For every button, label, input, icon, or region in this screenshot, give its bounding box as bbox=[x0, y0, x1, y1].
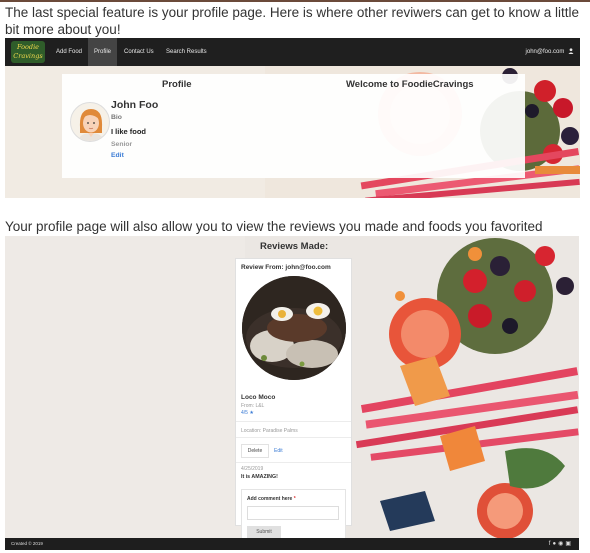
divider bbox=[236, 437, 351, 438]
member-level: Senior bbox=[111, 141, 133, 148]
food-rating: 4/5 ★ bbox=[241, 410, 254, 416]
divider bbox=[236, 462, 351, 463]
logo-line-2: Cravings bbox=[13, 52, 43, 60]
logo-line-1: Foodie bbox=[16, 43, 40, 51]
review-date: 4/25/2019 bbox=[241, 466, 264, 472]
top-border bbox=[0, 0, 590, 2]
footer: Created © 2019 f●◉▣ bbox=[5, 538, 579, 550]
nav-add-food[interactable]: Add Food bbox=[50, 38, 88, 66]
profile-screenshot: Foodie Cravings Add Food Profile Contact… bbox=[5, 38, 580, 198]
profile-heading: Profile bbox=[162, 79, 192, 90]
edit-profile-link[interactable]: Edit bbox=[111, 152, 124, 159]
user-icon bbox=[568, 48, 574, 55]
food-from: From: L&L bbox=[241, 403, 265, 409]
bio-label: Bio bbox=[111, 114, 122, 121]
instagram-icon[interactable]: ▣ bbox=[565, 541, 573, 547]
footer-copyright: Created © 2019 bbox=[11, 541, 43, 546]
review-card: Review From: john@foo.com Loco Moco From… bbox=[235, 258, 352, 538]
required-mark: * bbox=[293, 496, 296, 502]
divider bbox=[236, 421, 351, 422]
star-icon: ★ bbox=[249, 410, 254, 416]
social-icons: f●◉▣ bbox=[549, 540, 573, 547]
review-card-title: Review From: john@foo.com bbox=[241, 264, 331, 271]
avatar-illustration bbox=[77, 109, 105, 141]
navbar: Foodie Cravings Add Food Profile Contact… bbox=[5, 38, 580, 66]
comment-label-text: Add comment here bbox=[247, 496, 293, 502]
review-text: It is AMAZING! bbox=[241, 474, 278, 480]
food-name: Loco Moco bbox=[241, 394, 276, 401]
bio-text: I like food bbox=[111, 127, 147, 136]
nav-contact-us[interactable]: Contact Us bbox=[118, 38, 160, 66]
user-menu[interactable]: john@foo.com bbox=[526, 38, 574, 66]
delete-button[interactable]: Delete bbox=[241, 444, 269, 458]
edit-review-link[interactable]: Edit bbox=[274, 444, 283, 458]
food-image[interactable] bbox=[242, 276, 346, 380]
logo[interactable]: Foodie Cravings bbox=[11, 41, 45, 63]
welcome-heading: Welcome to FoodieCravings bbox=[346, 79, 474, 90]
comment-form: Add comment here * Submit bbox=[241, 489, 346, 538]
submit-button[interactable]: Submit bbox=[247, 526, 281, 538]
nav-profile[interactable]: Profile bbox=[88, 38, 118, 66]
loco-moco-photo bbox=[242, 276, 346, 380]
nav-search-results[interactable]: Search Results bbox=[160, 38, 213, 66]
caption-reviews-feature: Your profile page will also allow you to… bbox=[5, 219, 543, 234]
avatar bbox=[70, 102, 110, 142]
rating-value: 4/5 bbox=[241, 410, 248, 416]
profile-panel: Profile Welcome to FoodieCravings John F… bbox=[62, 74, 525, 178]
reviews-screenshot: Reviews Made: Review From: john@foo.com … bbox=[5, 236, 579, 538]
user-email: john@foo.com bbox=[525, 49, 565, 55]
comment-label: Add comment here * bbox=[247, 496, 296, 502]
caption-profile-feature: The last special feature is your profile… bbox=[5, 5, 580, 37]
food-location: Location: Paradise Palms bbox=[241, 428, 298, 434]
profile-name: John Foo bbox=[111, 99, 159, 111]
comment-input[interactable] bbox=[247, 506, 339, 520]
reviews-heading: Reviews Made: bbox=[260, 241, 329, 252]
